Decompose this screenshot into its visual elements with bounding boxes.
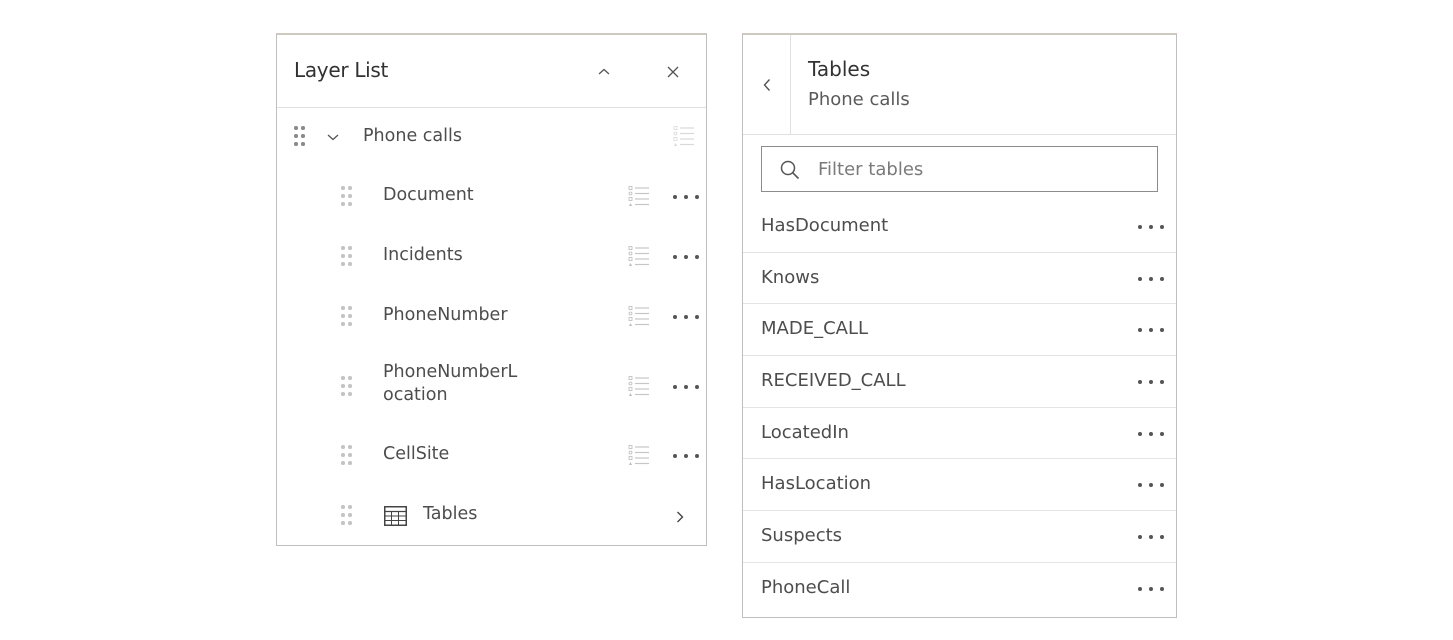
drag-handle-icon[interactable] [341,306,353,326]
panel-subtitle: Phone calls [808,89,910,110]
chevron-right-icon[interactable] [675,510,685,524]
table-options-button[interactable] [1138,582,1164,596]
collapse-button[interactable] [589,57,619,87]
table-list-item[interactable]: Suspects [743,511,1176,563]
table-name: Knows [761,266,820,288]
drag-handle-icon[interactable] [341,246,353,266]
layer-options-button[interactable] [673,449,699,463]
table-options-button[interactable] [1138,220,1164,234]
layer-label: Tables [423,504,478,524]
layer-label-line-2: ocation [383,385,448,405]
layer-item-tables[interactable]: Tables [277,487,706,545]
tables-panel-header: Tables Phone calls [743,35,1176,135]
chevron-left-icon [763,78,770,91]
table-list-item[interactable]: MADE_CALL [743,304,1176,357]
table-name: MADE_CALL [761,318,869,340]
layer-label: Incidents [383,245,463,265]
back-button[interactable] [743,35,791,134]
table-icon [384,506,407,526]
close-button[interactable] [658,57,688,87]
drag-handle-icon[interactable] [341,505,353,525]
layer-group-phone-calls[interactable]: Phone calls [277,107,706,167]
table-name: LocatedIn [761,421,849,443]
table-name: PhoneCall [761,576,851,598]
layer-label: PhoneNumberL ocation [383,361,517,407]
drag-handle-icon[interactable] [341,376,353,396]
table-name: RECEIVED_CALL [761,370,906,392]
layer-label-line-1: PhoneNumberL [383,362,518,382]
search-icon [780,160,800,180]
layer-item[interactable]: PhoneNumberL ocation [277,347,706,427]
table-list-item[interactable]: HasLocation [743,459,1176,512]
layer-label: Document [383,185,474,205]
table-list-item[interactable]: PhoneCall [743,563,1176,615]
filter-tables-input[interactable] [818,147,1148,191]
table-options-button[interactable] [1138,427,1164,441]
chevron-down-icon[interactable] [326,132,340,142]
layer-options-button[interactable] [673,250,699,264]
legend-icon[interactable] [628,245,650,269]
layer-options-button[interactable] [673,380,699,394]
layer-label: CellSite [383,444,450,464]
legend-icon[interactable] [628,444,650,468]
table-list-item[interactable]: HasDocument [743,201,1176,253]
layer-item[interactable]: Document [277,167,706,227]
table-options-button[interactable] [1138,272,1164,286]
tables-panel: Tables Phone calls HasDocument Knows MAD… [742,33,1177,618]
table-options-button[interactable] [1138,375,1164,389]
table-name: HasDocument [761,215,889,236]
drag-handle-icon[interactable] [341,186,353,206]
legend-icon[interactable] [628,305,650,329]
table-options-button[interactable] [1138,323,1164,337]
layer-options-button[interactable] [673,310,699,324]
legend-icon[interactable] [628,375,650,399]
layer-label: PhoneNumber [383,305,508,325]
panel-title: Tables [808,57,871,81]
legend-icon[interactable] [628,185,650,209]
table-name: HasLocation [761,473,872,495]
table-list-item[interactable]: RECEIVED_CALL [743,356,1176,408]
table-list-item[interactable]: Knows [743,253,1176,305]
drag-handle-icon[interactable] [294,126,306,146]
table-name: Suspects [761,525,843,547]
layer-list-header: Layer List [277,35,706,108]
filter-tables-field[interactable] [761,146,1158,192]
layer-list-panel: Layer List Phone calls Document Incident… [276,33,707,546]
table-options-button[interactable] [1138,478,1164,492]
table-list-item[interactable]: LocatedIn [743,408,1176,460]
layer-group-label: Phone calls [363,126,462,146]
drag-handle-icon[interactable] [341,445,353,465]
chevron-up-icon [598,68,610,75]
legend-icon[interactable] [673,125,695,149]
layer-item[interactable]: CellSite [277,427,706,487]
panel-title: Layer List [294,58,389,82]
layer-item[interactable]: PhoneNumber [277,287,706,347]
layer-item[interactable]: Incidents [277,227,706,287]
close-icon [667,66,679,78]
table-options-button[interactable] [1138,530,1164,544]
layer-options-button[interactable] [673,190,699,204]
tables-list: HasDocument Knows MADE_CALL RECEIVED_CAL… [743,201,1176,615]
